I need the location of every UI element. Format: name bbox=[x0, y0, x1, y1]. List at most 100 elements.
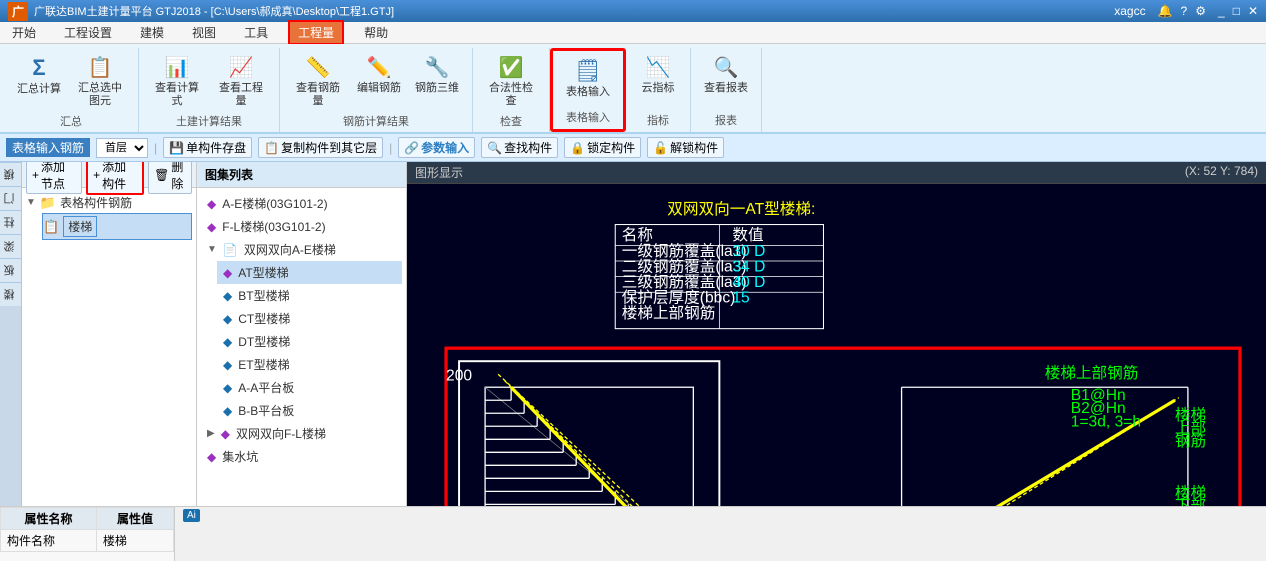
comp-item-aa-platform[interactable]: ◆ A-A平台板 bbox=[217, 376, 402, 399]
summary-calc-label: 汇总计算 bbox=[17, 83, 61, 96]
menu-item-tools[interactable]: 工具 bbox=[236, 22, 276, 43]
unlock-component-btn[interactable]: 🔓 解锁构件 bbox=[647, 137, 724, 158]
sidebar-tab-mo[interactable]: 模 bbox=[0, 162, 21, 186]
tree-expand-root[interactable]: ▼ bbox=[26, 197, 36, 208]
title-bar-title: 广联达BIM土建计量平台 GTJ2018 - [C:\Users\郝成真\Des… bbox=[34, 3, 394, 19]
ribbon-btn-view-report[interactable]: 🔍 查看报表 bbox=[699, 52, 753, 98]
ribbon-btn-summary-selected[interactable]: 📋 汇总选中图元 bbox=[70, 52, 130, 111]
ribbon-btn-view-calc[interactable]: 📊 查看计算式 bbox=[147, 52, 207, 111]
comp-item-bb-platform[interactable]: ◆ B-B平台板 bbox=[217, 399, 402, 422]
comp-icon-dt: ◆ bbox=[223, 335, 232, 349]
minimize-button[interactable]: _ bbox=[1218, 4, 1225, 18]
comp-icon-fl: ◆ bbox=[207, 220, 216, 234]
notify-icon[interactable]: 🔔 bbox=[1158, 4, 1173, 18]
lock-icon: 🔒 bbox=[570, 141, 585, 155]
ribbon-btn-view-rebar[interactable]: 📏 查看钢筋量 bbox=[288, 52, 348, 111]
ribbon-btn-rebar-3d[interactable]: 🔧 钢筋三维 bbox=[410, 52, 464, 98]
svg-text:40 D: 40 D bbox=[732, 274, 765, 291]
comp-item-dt-stair[interactable]: ◆ DT型楼梯 bbox=[217, 330, 402, 353]
ai-label: Ai bbox=[183, 509, 200, 522]
ribbon-btn-legal-check[interactable]: ✅ 合法性检查 bbox=[481, 52, 541, 111]
comp-expand-dual-fl[interactable]: ▶ bbox=[207, 428, 215, 439]
tree-node-root-label: 表格构件钢筋 bbox=[60, 194, 132, 211]
comp-item-ct-stair[interactable]: ◆ CT型楼梯 bbox=[217, 307, 402, 330]
ribbon-group-civil-content: 📊 查看计算式 📈 查看工程量 bbox=[147, 48, 271, 111]
menu-item-quantity[interactable]: 工程量 bbox=[288, 20, 344, 45]
layer-select[interactable]: 首层 bbox=[96, 138, 148, 158]
ribbon-group-rebar: 📏 查看钢筋量 ✏️ 编辑钢筋 🔧 钢筋三维 钢筋计算结果 bbox=[280, 48, 473, 132]
ribbon-group-summary: Σ 汇总计算 📋 汇总选中图元 汇总 bbox=[4, 48, 139, 132]
sidebar-tab-ban[interactable]: 板 bbox=[0, 258, 21, 282]
svg-text:200: 200 bbox=[446, 368, 472, 385]
property-panel: 属性名称 属性值 构件名称 楼梯 Ai bbox=[0, 506, 1266, 561]
ribbon-btn-edit-rebar[interactable]: ✏️ 编辑钢筋 bbox=[352, 52, 406, 98]
view-report-icon: 🔍 bbox=[714, 55, 739, 80]
comp-item-bt-stair[interactable]: ◆ BT型楼梯 bbox=[217, 284, 402, 307]
menu-item-modeling[interactable]: 建模 bbox=[132, 22, 172, 43]
menu-item-project-settings[interactable]: 工程设置 bbox=[56, 22, 120, 43]
comp-item-fl-stair[interactable]: ◆ F-L楼梯(03G101-2) bbox=[201, 215, 402, 238]
cloud-index-label: 云指标 bbox=[642, 82, 675, 95]
view-rebar-label: 查看钢筋量 bbox=[293, 82, 343, 108]
menu-item-view[interactable]: 视图 bbox=[184, 22, 224, 43]
comp-icon-et: ◆ bbox=[223, 358, 232, 372]
comp-icon-ae: ◆ bbox=[207, 197, 216, 211]
comp-label-ct: CT型楼梯 bbox=[238, 310, 290, 327]
save-component-btn[interactable]: 💾 单构件存盘 bbox=[163, 137, 252, 158]
param-input-btn[interactable]: 🔗 参数输入 bbox=[398, 137, 475, 158]
drawing-title: 图形显示 bbox=[415, 164, 463, 181]
tree-area: ▼ 📁 表格构件钢筋 📋 楼梯 bbox=[22, 188, 196, 506]
sidebar-tab-zhu[interactable]: 柱 bbox=[0, 210, 21, 234]
copy-component-btn[interactable]: 📋 复制构件到其它层 bbox=[258, 137, 383, 158]
comp-icon-sump: ◆ bbox=[207, 450, 216, 464]
comp-item-et-stair[interactable]: ◆ ET型楼梯 bbox=[217, 353, 402, 376]
content-area: 模 门 柱 梁 板 楼 + 添加节点 + 添加构件 🗑 删除 bbox=[0, 162, 1266, 506]
ribbon-group-label-report: 报表 bbox=[715, 110, 737, 130]
comp-item-ae-stair[interactable]: ◆ A-E楼梯(03G101-2) bbox=[201, 192, 402, 215]
comp-item-dual-ae-stair[interactable]: ▼ 📄 双网双向A-E楼梯 bbox=[201, 238, 402, 261]
menu-item-start[interactable]: 开始 bbox=[4, 22, 44, 43]
comp-label-et: ET型楼梯 bbox=[238, 356, 289, 373]
add-node-icon: + bbox=[32, 168, 39, 182]
drawing-canvas[interactable]: 双网双向一AT型楼梯: 名称 数值 一级钢筋覆盖(la1) 30 D 二 bbox=[407, 184, 1266, 506]
title-bar-controls: xagcc 🔔 ? ⚙ _ □ ✕ bbox=[1114, 4, 1258, 18]
view-calc-label: 查看计算式 bbox=[152, 82, 202, 108]
comp-item-sump[interactable]: ◆ 集水坑 bbox=[201, 445, 402, 468]
find-component-btn[interactable]: 🔍 查找构件 bbox=[481, 137, 558, 158]
sidebar-tab-lou[interactable]: 楼 bbox=[0, 282, 21, 306]
props-table-container: 属性名称 属性值 构件名称 楼梯 bbox=[0, 507, 175, 561]
user-label: xagcc bbox=[1114, 4, 1145, 18]
settings-icon[interactable]: ⚙ bbox=[1195, 4, 1206, 18]
table-input-icon: 🗒 bbox=[574, 58, 602, 84]
copy-icon: 📋 bbox=[264, 141, 279, 155]
title-bar: 广 广联达BIM土建计量平台 GTJ2018 - [C:\Users\郝成真\D… bbox=[0, 0, 1266, 22]
summary-selected-label: 汇总选中图元 bbox=[75, 82, 125, 108]
ribbon-btn-cloud-index[interactable]: 📉 云指标 bbox=[634, 52, 682, 98]
tree-node-staircase[interactable]: 📋 楼梯 bbox=[42, 213, 192, 240]
sidebar-tab-liang[interactable]: 梁 bbox=[0, 234, 21, 258]
menu-item-help[interactable]: 帮助 bbox=[356, 22, 396, 43]
help-icon[interactable]: ? bbox=[1181, 4, 1188, 18]
ribbon-btn-view-quantity[interactable]: 📈 查看工程量 bbox=[211, 52, 271, 111]
svg-text:双网双向一AT型楼梯:: 双网双向一AT型楼梯: bbox=[667, 200, 815, 218]
lock-component-btn[interactable]: 🔒 锁定构件 bbox=[564, 137, 641, 158]
ribbon-btn-summary-calc[interactable]: Σ 汇总计算 bbox=[12, 52, 66, 99]
ribbon-group-index: 📉 云指标 指标 bbox=[626, 48, 691, 132]
sidebar-tab-men[interactable]: 门 bbox=[0, 186, 21, 210]
maximize-button[interactable]: □ bbox=[1233, 4, 1240, 18]
comp-icon-bb: ◆ bbox=[223, 404, 232, 418]
comp-expand-dual-ae[interactable]: ▼ bbox=[207, 244, 217, 255]
ribbon-group-report: 🔍 查看报表 报表 bbox=[691, 48, 762, 132]
comp-item-at-stair[interactable]: ◆ AT型楼梯 bbox=[217, 261, 402, 284]
ribbon-group-index-content: 📉 云指标 bbox=[634, 48, 682, 110]
ribbon-btn-table-input[interactable]: 🗒 表格输入 bbox=[561, 55, 615, 102]
comp-item-dual-fl-stair[interactable]: ▶ ◆ 双网双向F-L楼梯 bbox=[201, 422, 402, 445]
ribbon-group-rebar-content: 📏 查看钢筋量 ✏️ 编辑钢筋 🔧 钢筋三维 bbox=[288, 48, 464, 111]
close-button[interactable]: ✕ bbox=[1248, 4, 1258, 18]
cloud-index-icon: 📉 bbox=[646, 55, 671, 80]
add-component-icon: + bbox=[93, 168, 100, 182]
edit-rebar-icon: ✏️ bbox=[367, 55, 392, 80]
tree-node-root[interactable]: ▼ 📁 表格构件钢筋 bbox=[26, 192, 192, 213]
ribbon-group-table-input: 🗒 表格输入 表格输入 bbox=[550, 48, 626, 132]
title-bar-left: 广 广联达BIM土建计量平台 GTJ2018 - [C:\Users\郝成真\D… bbox=[8, 2, 394, 21]
